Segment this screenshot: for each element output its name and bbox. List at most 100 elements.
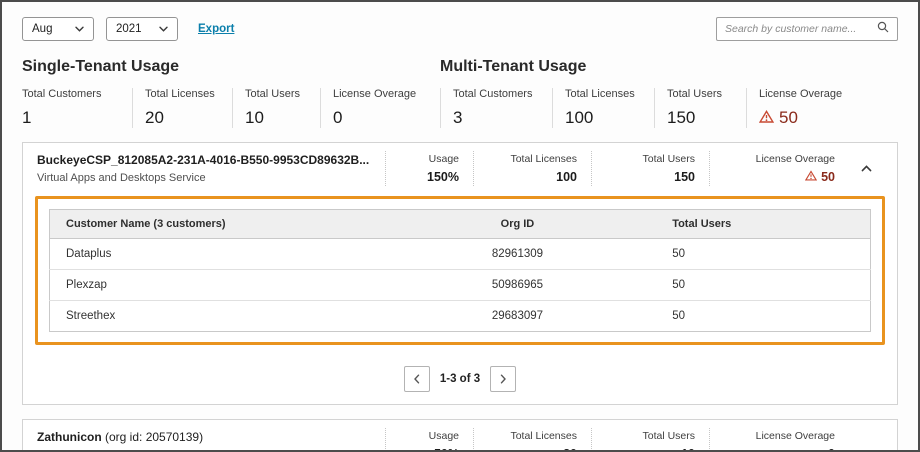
cell-total-users: 50 (624, 239, 870, 270)
table-header-row: Customer Name (3 customers) Org ID Total… (50, 210, 871, 239)
stat-value: 1 (22, 108, 132, 128)
license-usage-page: Aug 2021 Export Single-Tenant Usage Tota… (0, 0, 920, 452)
multi-tenant-stats: Total Customers 3 Total Licenses 100 Tot… (440, 88, 898, 128)
stat-value: 150 (667, 108, 746, 128)
tenant-identity: Zathunicon (org id: 20570139) Virtual Ap… (37, 428, 385, 452)
warning-icon (759, 108, 774, 128)
chevron-up-icon[interactable] (849, 151, 883, 186)
stat-value: 50% (400, 447, 459, 452)
stat-label: Usage (400, 430, 459, 442)
previous-page-button[interactable] (404, 366, 430, 392)
tenant-service: Virtual Apps and Desktops Service (37, 172, 375, 184)
search-icon (877, 20, 889, 38)
tenant-name-bold: Zathunicon (37, 430, 102, 444)
cell-total-users: 50 (624, 301, 870, 332)
cell-org-id: 50986965 (411, 270, 624, 301)
stat-label: Total Users (245, 88, 320, 100)
tenant-name: Zathunicon (org id: 20570139) (37, 430, 375, 444)
year-dropdown-value: 2021 (116, 23, 142, 35)
next-page-button[interactable] (490, 366, 516, 392)
stat-value: 100 (565, 108, 654, 128)
table-row[interactable]: Dataplus 82961309 50 (50, 239, 871, 270)
stat-license-overage: License Overage 0 (320, 88, 438, 128)
stat-value: 3 (453, 108, 552, 128)
usage-summary: Single-Tenant Usage Total Customers 1 To… (2, 41, 918, 128)
warning-icon (805, 170, 817, 184)
card-stat-usage: Usage 50% (385, 428, 473, 452)
stat-label: Total Users (606, 153, 695, 165)
stat-value: 0 (333, 108, 438, 128)
stat-value: 10 (606, 447, 695, 452)
column-header-customer-name: Customer Name (3 customers) (50, 210, 411, 239)
cell-org-id: 82961309 (411, 239, 624, 270)
tenant-card-zathunicon: Zathunicon (org id: 20570139) Virtual Ap… (22, 419, 898, 452)
stat-total-customers: Total Customers 1 (22, 88, 132, 128)
customer-table: Customer Name (3 customers) Org ID Total… (49, 209, 871, 332)
column-header-total-users: Total Users (624, 210, 870, 239)
card-stat-total-users: Total Users 10 (591, 428, 709, 452)
stat-value: 50 (724, 170, 835, 184)
single-tenant-title: Single-Tenant Usage (22, 58, 440, 76)
tenant-identity: BuckeyeCSP_812085A2-231A-4016-B550-9953C… (37, 151, 385, 186)
tenant-card-header[interactable]: BuckeyeCSP_812085A2-231A-4016-B550-9953C… (23, 143, 897, 194)
card-stat-license-overage: License Overage 50 (709, 151, 849, 186)
stat-label: License Overage (724, 153, 835, 165)
stat-total-users: Total Users 150 (654, 88, 746, 128)
stat-value: 100 (488, 170, 577, 184)
stat-value: 150% (400, 170, 459, 184)
tenant-org-id: (org id: 20570139) (102, 430, 203, 444)
stat-label: Total Customers (453, 88, 552, 100)
cell-customer-name: Plexzap (50, 270, 411, 301)
stat-value: 150 (606, 170, 695, 184)
stat-label: Usage (400, 153, 459, 165)
overage-value: 50 (821, 170, 835, 184)
stat-value: 20 (488, 447, 577, 452)
stat-label: Total Customers (22, 88, 132, 100)
card-stat-total-licenses: Total Licenses 20 (473, 428, 591, 452)
tenant-card-header[interactable]: Zathunicon (org id: 20570139) Virtual Ap… (23, 420, 897, 452)
cell-total-users: 50 (624, 270, 870, 301)
pagination: 1-3 of 3 (23, 357, 897, 404)
stat-label: Total Licenses (565, 88, 654, 100)
pagination-label: 1-3 of 3 (440, 373, 480, 385)
column-header-org-id: Org ID (411, 210, 624, 239)
card-stat-license-overage: License Overage 0 (709, 428, 849, 452)
single-tenant-section: Single-Tenant Usage Total Customers 1 To… (22, 58, 440, 128)
stat-total-licenses: Total Licenses 20 (132, 88, 232, 128)
card-stat-total-licenses: Total Licenses 100 (473, 151, 591, 186)
stat-label: Total Users (667, 88, 746, 100)
tenant-card-buckeye: BuckeyeCSP_812085A2-231A-4016-B550-9953C… (22, 142, 898, 405)
stat-value: 50 (759, 108, 868, 128)
stat-total-customers: Total Customers 3 (440, 88, 552, 128)
stat-total-licenses: Total Licenses 100 (552, 88, 654, 128)
table-row[interactable]: Streethex 29683097 50 (50, 301, 871, 332)
tenant-name: BuckeyeCSP_812085A2-231A-4016-B550-9953C… (37, 153, 375, 167)
stat-label: License Overage (333, 88, 438, 100)
year-dropdown[interactable]: 2021 (106, 17, 178, 41)
cell-org-id: 29683097 (411, 301, 624, 332)
single-tenant-stats: Total Customers 1 Total Licenses 20 Tota… (22, 88, 440, 128)
stat-value: 20 (145, 108, 232, 128)
search-input[interactable] (725, 23, 877, 35)
toolbar: Aug 2021 Export (2, 2, 918, 41)
chevron-down-icon (159, 23, 168, 35)
multi-tenant-section: Multi-Tenant Usage Total Customers 3 Tot… (440, 58, 898, 128)
multi-tenant-title: Multi-Tenant Usage (440, 58, 898, 76)
cell-customer-name: Dataplus (50, 239, 411, 270)
stat-label: License Overage (724, 430, 835, 442)
search-box (716, 17, 898, 41)
card-stat-usage: Usage 150% (385, 151, 473, 186)
stat-label: Total Licenses (488, 153, 577, 165)
stat-total-users: Total Users 10 (232, 88, 320, 128)
month-dropdown[interactable]: Aug (22, 17, 94, 41)
export-link[interactable]: Export (198, 23, 234, 35)
chevron-down-icon (75, 23, 84, 35)
stat-label: License Overage (759, 88, 868, 100)
stat-value: 0 (724, 447, 835, 452)
stat-license-overage: License Overage 50 (746, 88, 868, 128)
card-stat-total-users: Total Users 150 (591, 151, 709, 186)
customer-table-highlight: Customer Name (3 customers) Org ID Total… (35, 196, 885, 345)
stat-label: Total Licenses (488, 430, 577, 442)
overage-value: 50 (779, 108, 798, 128)
table-row[interactable]: Plexzap 50986965 50 (50, 270, 871, 301)
